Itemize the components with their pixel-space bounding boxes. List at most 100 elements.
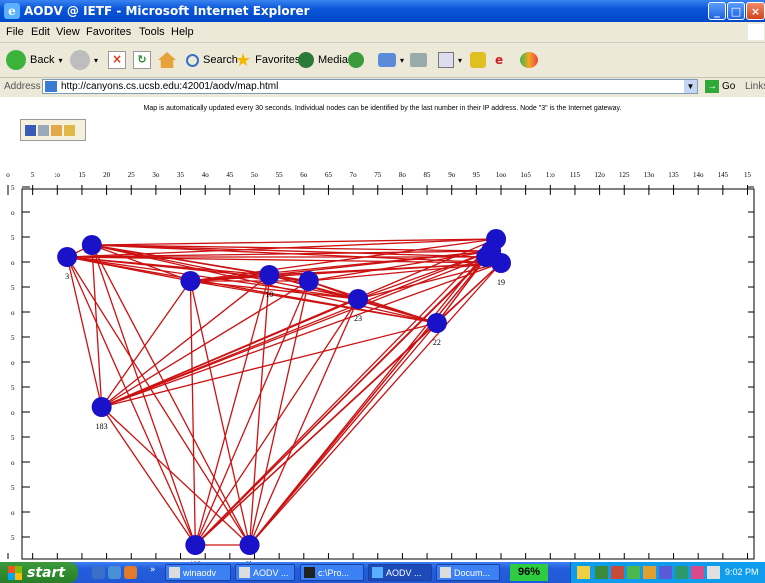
- y-tick-label: o: [11, 209, 15, 217]
- address-label: Address: [4, 81, 41, 92]
- tray-icon[interactable]: [643, 566, 656, 579]
- x-tick-label: 7o: [350, 171, 358, 179]
- x-tick-label: 35: [177, 171, 185, 179]
- menu-tools[interactable]: Tools: [139, 26, 165, 38]
- x-tick-label: 55: [276, 171, 284, 179]
- messenger-button[interactable]: [470, 50, 486, 70]
- refresh-button[interactable]: ↻: [133, 50, 151, 70]
- windows-flag-icon: [8, 565, 22, 580]
- media-button[interactable]: Media: [298, 50, 348, 70]
- toolbar: Back ▾ ▾ × ↻ Search ★ Favorites Media ▾ …: [0, 43, 765, 78]
- refresh-icon: ↻: [133, 51, 151, 69]
- menu-help[interactable]: Help: [171, 26, 194, 38]
- link-edge: [248, 280, 310, 546]
- media-quicklaunch-icon[interactable]: [124, 566, 137, 579]
- msn-button[interactable]: [520, 50, 538, 70]
- network-node[interactable]: [486, 229, 507, 249]
- y-tick-label: 5: [11, 384, 15, 392]
- x-tick-label: 15: [78, 171, 86, 179]
- network-node[interactable]: [81, 235, 102, 255]
- go-arrow-icon: →: [705, 80, 719, 93]
- forward-button[interactable]: ▾: [70, 50, 98, 70]
- menu-edit[interactable]: Edit: [31, 26, 50, 38]
- print-button[interactable]: [410, 50, 427, 70]
- msn-icon: [520, 52, 538, 68]
- tray-icon[interactable]: [675, 566, 688, 579]
- task-cmd[interactable]: c:\Pro...: [300, 564, 364, 581]
- home-button[interactable]: [158, 50, 176, 70]
- task-winaodv[interactable]: winaodv: [165, 564, 231, 581]
- network-node[interactable]: [91, 397, 112, 417]
- node-label: 3: [65, 272, 69, 281]
- x-tick-label: 20: [103, 171, 111, 179]
- link-edge: [101, 274, 270, 408]
- battery-percent: 96%: [510, 564, 548, 581]
- back-button[interactable]: Back ▾: [6, 50, 62, 70]
- link-edge: [194, 256, 487, 546]
- mail-icon: [378, 53, 396, 67]
- search-button[interactable]: Search: [186, 50, 238, 70]
- chevron-down-icon[interactable]: ▼: [684, 80, 697, 93]
- y-tick-label: 5: [11, 334, 15, 342]
- stop-icon: ×: [108, 51, 126, 69]
- desktop-quicklaunch-icon[interactable]: [108, 566, 121, 579]
- task-documents[interactable]: Docum...: [436, 564, 500, 581]
- maximize-button[interactable]: □: [727, 2, 745, 20]
- menu-favorites[interactable]: Favorites: [86, 26, 131, 38]
- links-button[interactable]: Links: [745, 81, 765, 92]
- start-button[interactable]: start: [0, 562, 78, 583]
- taskbar: start » winaodv AODV ... c:\Pro... AODV …: [0, 562, 765, 583]
- x-tick-label: 12o: [594, 171, 605, 179]
- volume-icon[interactable]: [707, 566, 720, 579]
- network-node[interactable]: [426, 313, 447, 333]
- y-tick-label: o: [11, 259, 15, 267]
- close-button[interactable]: ×: [746, 2, 765, 20]
- link-edge: [101, 406, 196, 546]
- task-aodv-1[interactable]: AODV ...: [235, 564, 295, 581]
- history-button[interactable]: [348, 50, 364, 70]
- network-node[interactable]: [298, 271, 319, 291]
- minimize-button[interactable]: _: [708, 2, 726, 20]
- clock: 9:02 PM: [725, 567, 759, 577]
- ebay-button[interactable]: e: [495, 50, 503, 70]
- go-button[interactable]: → Go: [705, 79, 735, 94]
- app-icon: [239, 567, 250, 578]
- ebay-icon: e: [495, 53, 504, 67]
- x-tick-label: 13o: [644, 171, 655, 179]
- console-icon: [304, 567, 315, 578]
- network-node[interactable]: [259, 265, 280, 285]
- y-tick-label: 5: [11, 284, 15, 292]
- x-tick-label: 1oo: [496, 171, 507, 179]
- network-node[interactable]: [476, 247, 497, 267]
- task-aodv-2[interactable]: AODV ...: [368, 564, 432, 581]
- ie-quicklaunch-icon[interactable]: [92, 566, 105, 579]
- tray-icon[interactable]: [595, 566, 608, 579]
- network-node[interactable]: [348, 289, 369, 309]
- more-icon[interactable]: »: [150, 565, 156, 575]
- star-icon: ★: [235, 49, 252, 70]
- favorites-button[interactable]: ★ Favorites: [235, 50, 300, 70]
- menu-bar: File Edit View Favorites Tools Help: [0, 22, 765, 43]
- tray-icon[interactable]: [611, 566, 624, 579]
- chevron-down-icon: ▾: [58, 55, 63, 65]
- menu-file[interactable]: File: [6, 26, 24, 38]
- windows-flag-icon: [748, 24, 764, 40]
- menu-view[interactable]: View: [56, 26, 80, 38]
- node-label: 19: [497, 278, 505, 287]
- tray-icon[interactable]: [577, 566, 590, 579]
- network-node[interactable]: [180, 271, 201, 291]
- x-tick-label: 145: [718, 171, 729, 179]
- edit-button[interactable]: ▾: [438, 50, 462, 70]
- tray-icon[interactable]: [627, 566, 640, 579]
- address-url: http://canyons.cs.ucsb.edu:42001/aodv/ma…: [61, 81, 279, 92]
- tray-icon[interactable]: [659, 566, 672, 579]
- stop-button[interactable]: ×: [108, 50, 126, 70]
- address-input[interactable]: http://canyons.cs.ucsb.edu:42001/aodv/ma…: [42, 79, 698, 94]
- edit-icon: [438, 52, 454, 68]
- network-node[interactable]: [57, 247, 78, 267]
- window-titlebar[interactable]: e AODV @ IETF - Microsoft Internet Explo…: [0, 0, 765, 22]
- tray-icon[interactable]: [691, 566, 704, 579]
- network-node[interactable]: [185, 535, 206, 555]
- mail-button[interactable]: ▾: [378, 50, 404, 70]
- network-node[interactable]: [239, 535, 260, 555]
